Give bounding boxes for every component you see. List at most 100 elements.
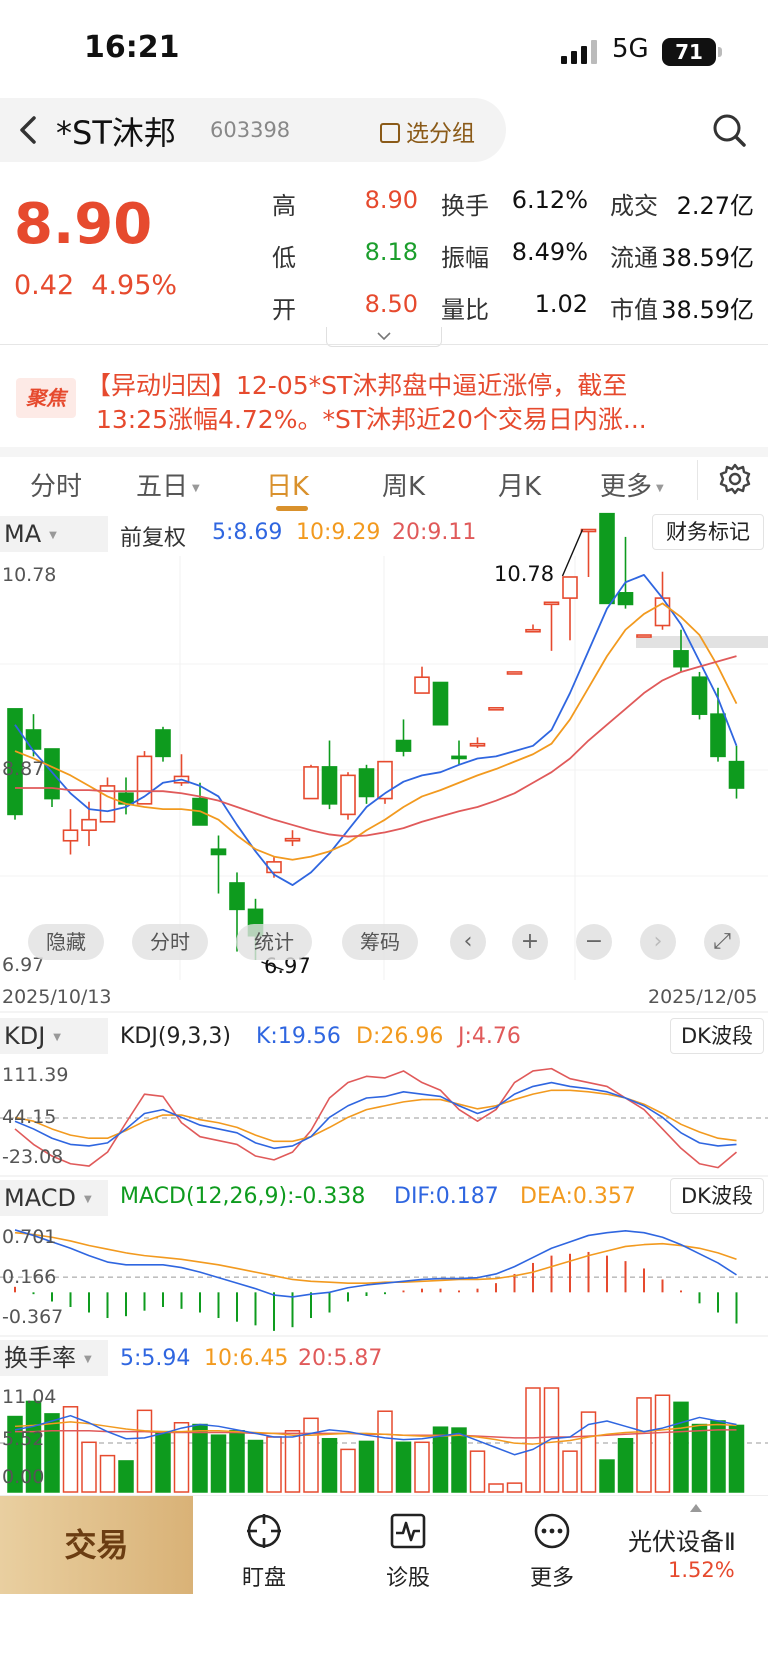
kdj-params: KDJ(9,3,3) (120, 1024, 231, 1049)
candle-body (44, 748, 60, 800)
ma10-line (14, 602, 738, 861)
candle-body (580, 528, 597, 533)
candle-body (432, 681, 449, 726)
kdj-k-value: K:19.56 (256, 1024, 341, 1049)
turnover-bar (358, 1440, 375, 1493)
candle-body (673, 650, 689, 668)
turnover-bar (99, 1454, 116, 1493)
candle-body (284, 837, 301, 842)
candle-body (414, 676, 430, 694)
indicator-label: 换手率 (4, 1344, 76, 1372)
candle-body (25, 729, 42, 750)
turnover-bar (155, 1430, 171, 1493)
turnover-bar (81, 1441, 97, 1493)
turnover-bar (44, 1413, 60, 1493)
candle-body (155, 729, 171, 758)
turnover-bar (210, 1434, 227, 1493)
candle-body (321, 766, 338, 805)
chips-button[interactable]: 筹码 (342, 924, 418, 960)
pan-right-icon[interactable]: › (640, 924, 676, 960)
turnover-ma10: 10:6.45 (204, 1346, 289, 1371)
macd-y-max: 0.701 (2, 1226, 57, 1248)
turnover-bar (340, 1448, 356, 1493)
nav-diagnose-label: 诊股 (385, 1566, 430, 1591)
turnover-bar (562, 1450, 578, 1493)
indicator-label: MACD (4, 1184, 76, 1212)
turnover-bar (654, 1394, 671, 1493)
candle-body (525, 628, 541, 633)
kdj-j-value: J:4.76 (458, 1024, 521, 1049)
turnover-indicator-select[interactable]: 换手率 ▼ (0, 1340, 108, 1376)
turnover-bar (488, 1483, 504, 1493)
sector-name[interactable]: 光伏设备Ⅱ (628, 1522, 736, 1557)
sector-change: 1.52% (668, 1558, 735, 1582)
intraday-button[interactable]: 分时 (132, 924, 208, 960)
turnover-bar (710, 1420, 726, 1493)
kdj-y-max: 111.39 (2, 1064, 69, 1086)
macd-dif-value: DIF:0.187 (394, 1184, 499, 1209)
turnover-bar (673, 1401, 689, 1493)
macd-params: MACD(12,26,9):-0.338 (120, 1184, 366, 1209)
more-dots-icon (534, 1513, 570, 1549)
candle-body (488, 707, 504, 711)
macd-y-min: -0.367 (2, 1306, 64, 1328)
kdj-y-min: -23.08 (2, 1146, 64, 1168)
ma20-line (15, 655, 737, 838)
turnover-bar (321, 1437, 338, 1493)
candle-body (210, 848, 227, 856)
candle-body (506, 671, 523, 675)
kdj-y-mid: 44.15 (2, 1106, 57, 1128)
high-marker-label: 10.78 (494, 562, 555, 586)
zoom-out-icon[interactable]: − (576, 924, 612, 960)
high-marker-line (561, 529, 584, 577)
caret-down-icon: ▼ (83, 1194, 92, 1205)
turnover-y-max: 11.04 (2, 1386, 57, 1408)
macd-indicator-select[interactable]: MACD ▼ (0, 1180, 108, 1216)
trade-button[interactable]: 交易 (0, 1496, 193, 1594)
turnover-bar (192, 1423, 208, 1493)
kdj-indicator-select[interactable]: KDJ ▼ (0, 1018, 108, 1054)
stats-button[interactable]: 统计 (236, 924, 312, 960)
date-start: 2025/10/13 (2, 986, 112, 1008)
macd-y-mid: 0.166 (2, 1266, 57, 1288)
turnover-bar (136, 1409, 153, 1493)
candle-body (62, 829, 79, 842)
nav-watch[interactable]: 盯盘 (214, 1512, 314, 1592)
caret-down-icon: ▼ (84, 1354, 92, 1365)
stock-charts[interactable] (0, 0, 768, 1663)
crosshair-icon (247, 1514, 281, 1548)
turnover-bar (617, 1437, 634, 1493)
pan-left-icon[interactable]: ‹ (450, 924, 486, 960)
nav-more[interactable]: 更多 (502, 1512, 602, 1592)
turnover-ma5: 5:5.94 (120, 1346, 191, 1371)
turnover-bar (303, 1417, 319, 1493)
candle-body (728, 760, 745, 789)
zoom-in-icon[interactable]: + (512, 924, 548, 960)
turnover-bar (229, 1430, 245, 1493)
turnover-bar (266, 1436, 282, 1493)
candle-body (691, 676, 708, 715)
dk-band-button[interactable]: DK波段 (670, 1178, 764, 1214)
dk-band-button[interactable]: DK波段 (670, 1018, 764, 1054)
turnover-bar (599, 1459, 615, 1493)
turnover-bar (62, 1406, 79, 1493)
kdj-j-line (14, 1067, 738, 1169)
candle-body (636, 634, 652, 638)
macd-dea-value: DEA:0.357 (520, 1184, 636, 1209)
turnover-bar (543, 1387, 560, 1493)
turnover-bar (247, 1439, 264, 1493)
turnover-bar (525, 1387, 541, 1493)
caret-up-icon (690, 1504, 702, 1512)
date-end: 2025/12/05 (648, 986, 758, 1008)
candle-body (617, 592, 634, 606)
candle-body (654, 597, 671, 627)
candle-body (469, 742, 486, 747)
turnover-bar (506, 1482, 523, 1493)
candle-body (599, 512, 615, 605)
macd-dea-line (14, 1231, 737, 1284)
candle-body (451, 755, 467, 760)
hide-button[interactable]: 隐藏 (28, 924, 104, 960)
candle-body (81, 818, 97, 832)
nav-diagnose[interactable]: 诊股 (358, 1512, 458, 1592)
fullscreen-icon[interactable]: ⤢ (704, 924, 740, 960)
